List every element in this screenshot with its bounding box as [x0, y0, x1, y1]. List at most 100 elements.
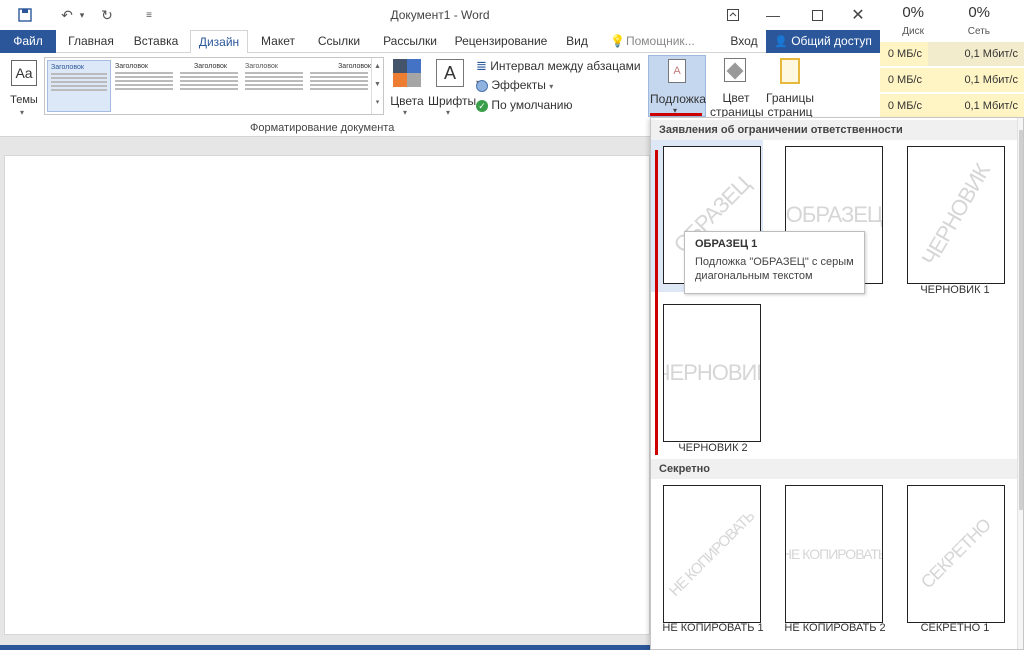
checkmark-icon: ✓ — [476, 99, 488, 112]
paragraph-spacing-button[interactable]: ≣ Интервал между абзацами ▾ — [476, 58, 646, 87]
watermark-label: ЧЕРНОВИК 2 — [678, 442, 748, 454]
watermark-item-secret-1[interactable]: СЕКРЕТНО СЕКРЕТНО 1 — [895, 479, 1007, 634]
share-label: Общий доступ — [791, 34, 872, 48]
tab-mailings[interactable]: Рассылки — [374, 30, 446, 53]
window-title: Документ1 - Word — [390, 8, 490, 22]
style-set-item[interactable]: Заголовок — [307, 60, 371, 112]
word-window: ↶ ▾ ↻ ≡ Документ1 - Word — ✕ Файл Главна… — [0, 0, 1024, 650]
watermark-label: Подложка — [650, 92, 706, 106]
style-set-heading: Заголовок — [51, 64, 84, 71]
colors-button[interactable]: Цвета ▾ — [390, 57, 424, 117]
style-set-heading: Заголовок — [194, 63, 227, 70]
page-color-label-1: Цвет — [722, 91, 750, 105]
fonts-button[interactable]: A Шрифты ▾ — [428, 57, 477, 117]
disk-label: Диск — [902, 26, 924, 37]
disk-percent: 0% — [902, 4, 924, 21]
tooltip-title: ОБРАЗЕЦ 1 — [695, 238, 758, 250]
disk-value: 0 МБ/с — [880, 68, 928, 92]
disk-value: 0 МБ/с — [880, 94, 928, 118]
watermark-label: НЕ КОПИРОВАТЬ 1 — [662, 622, 764, 634]
effects-icon — [476, 79, 488, 92]
tooltip-description: Подложка "ОБРАЗЕЦ" с серым диагональным … — [695, 256, 854, 282]
watermark-item-draft-1[interactable]: ЧЕРНОВИК ЧЕРНОВИК 1 — [895, 140, 1007, 296]
tab-design[interactable]: Дизайн — [190, 30, 248, 54]
tab-review[interactable]: Рецензирование — [450, 30, 552, 53]
watermark-text: ЧЕРНОВИК — [664, 360, 760, 385]
style-set-heading: Заголовок — [245, 63, 278, 70]
sign-in-link[interactable]: Вход — [726, 30, 762, 53]
highlight-vertical-line — [655, 150, 658, 455]
tab-file[interactable]: Файл — [0, 30, 56, 53]
themes-label: Темы — [10, 94, 38, 106]
watermark-preview: ЧЕРНОВИК — [907, 146, 1005, 284]
network-value: 0,1 Мбит/с — [928, 94, 1024, 118]
network-value: 0,1 Мбит/с — [928, 42, 1024, 66]
gallery-down-icon[interactable]: ▼ — [372, 76, 383, 94]
highlight-underline — [650, 113, 702, 116]
maximize-icon[interactable] — [802, 3, 832, 27]
watermark-preview: НЕ КОПИРОВАТЬ — [663, 485, 761, 623]
ribbon-tabs: Файл Главная Вставка Дизайн Макет Ссылки… — [0, 30, 880, 54]
page-color-icon — [724, 58, 746, 82]
watermark-text: ОБРАЗЕЦ — [785, 202, 883, 227]
set-default-button[interactable]: ✓ По умолчанию — [476, 98, 596, 116]
watermark-text: НЕ КОПИРОВАТЬ — [666, 508, 758, 600]
style-set-heading: Заголовок — [115, 63, 148, 70]
style-set-item[interactable]: Заголовок — [112, 60, 176, 112]
watermark-text: ЧЕРНОВИК — [916, 159, 995, 270]
watermark-label: СЕКРЕТНО 1 — [920, 622, 990, 634]
gallery-up-icon[interactable]: ▲ — [372, 58, 383, 76]
section-disclaimers-header: Заявления об ограничении ответственности — [651, 120, 1023, 140]
watermark-text: СЕКРЕТНО — [916, 514, 995, 593]
watermark-label: ЧЕРНОВИК 1 — [920, 284, 990, 296]
tab-insert[interactable]: Вставка — [126, 30, 186, 53]
status-bar — [0, 645, 650, 650]
fonts-dropdown-icon: ▾ — [446, 108, 451, 117]
tab-view[interactable]: Вид — [556, 30, 598, 53]
watermark-label: НЕ КОПИРОВАТЬ 2 — [784, 622, 886, 634]
style-set-item[interactable]: Заголовок — [177, 60, 241, 112]
fonts-icon: A — [436, 59, 464, 87]
close-icon[interactable]: ✕ — [843, 3, 873, 27]
lightbulb-icon: 💡 — [610, 34, 625, 48]
page-borders-label-1: Границы — [766, 91, 814, 105]
watermark-item-do-not-copy-2[interactable]: НЕ КОПИРОВАТЬ НЕ КОПИРОВАТЬ 2 — [773, 479, 886, 634]
set-default-label: По умолчанию — [491, 98, 573, 112]
style-set-gallery: Заголовок Заголовок Заголовок Заголовок … — [44, 57, 384, 115]
gallery-scrollbar[interactable]: ▲ ▼ ▾ — [371, 58, 383, 114]
watermark-item-do-not-copy-1[interactable]: НЕ КОПИРОВАТЬ НЕ КОПИРОВАТЬ 1 — [651, 479, 764, 634]
page-borders-icon — [780, 58, 800, 84]
watermark-button[interactable]: A Подложка ▾ — [648, 55, 706, 117]
colors-dropdown-icon: ▾ — [403, 108, 408, 117]
paragraph-spacing-icon: ≣ — [476, 58, 487, 73]
style-set-item[interactable]: Заголовок — [242, 60, 306, 112]
page-borders-button[interactable]: Границы страниц — [766, 55, 814, 119]
share-button[interactable]: 👤 Общий доступ — [766, 30, 880, 53]
panel-scrollbar[interactable] — [1017, 118, 1023, 649]
themes-dropdown-icon: ▾ — [20, 108, 25, 117]
watermark-preview: НЕ КОПИРОВАТЬ — [785, 485, 883, 623]
watermark-preview: СЕКРЕТНО — [907, 485, 1005, 623]
watermark-item-draft-2[interactable]: ЧЕРНОВИК ЧЕРНОВИК 2 — [651, 298, 763, 454]
network-value: 0,1 Мбит/с — [928, 68, 1024, 92]
colors-label: Цвета — [390, 94, 424, 108]
page-color-button[interactable]: Цвет страницы — [710, 55, 764, 119]
minimize-icon[interactable]: — — [758, 3, 788, 27]
themes-button[interactable]: Aa Темы ▾ — [8, 58, 40, 117]
tab-layout[interactable]: Макет — [252, 30, 304, 53]
effects-button[interactable]: Эффекты ▾ — [476, 78, 566, 96]
effects-label: Эффекты — [491, 78, 546, 92]
panel-scrollbar-thumb[interactable] — [1019, 130, 1023, 510]
resource-monitor: 0% 0% Диск Сеть 0 МБ/с 0,1 Мбит/с 0 МБ/с… — [880, 0, 1024, 120]
document-page[interactable] — [4, 155, 650, 635]
fonts-label: Шрифты — [428, 94, 477, 108]
colors-icon — [393, 59, 421, 87]
tab-references[interactable]: Ссылки — [308, 30, 370, 53]
tab-home[interactable]: Главная — [60, 30, 122, 53]
style-set-heading: Заголовок — [338, 63, 371, 70]
style-set-item[interactable]: Заголовок — [47, 60, 111, 112]
ribbon-display-icon[interactable] — [718, 3, 748, 27]
gallery-more-icon[interactable]: ▾ — [372, 94, 383, 112]
tell-me-input[interactable]: Помощник... — [626, 30, 698, 53]
network-percent: 0% — [968, 4, 990, 21]
